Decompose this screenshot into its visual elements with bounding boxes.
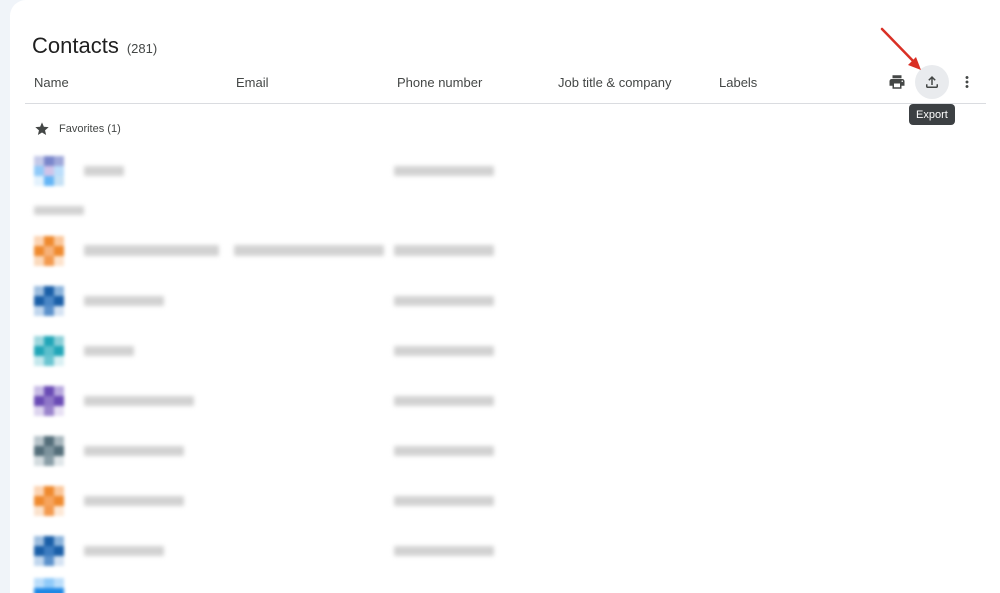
contact-phone-redacted: [394, 245, 494, 256]
contact-phone-redacted: [394, 396, 494, 406]
tooltip-text: Export: [916, 108, 948, 121]
avatar: [34, 486, 64, 516]
contact-name-redacted: [84, 296, 164, 306]
contact-phone-redacted: [394, 166, 494, 176]
red-arrow-annotation: [880, 27, 921, 70]
favorites-label: Favorites (1): [59, 123, 121, 135]
contact-email-redacted: [234, 245, 384, 256]
page-title: Contacts: [32, 33, 119, 58]
more-vert-icon: [965, 76, 969, 88]
avatar: [34, 156, 64, 186]
print-icon: [889, 75, 905, 89]
contact-name-redacted: [84, 546, 164, 556]
column-header-phone[interactable]: Phone number: [397, 75, 482, 90]
contact-phone-redacted: [394, 546, 494, 556]
contact-name-redacted: [84, 496, 184, 506]
contact-name-redacted: [84, 245, 219, 256]
avatar: [34, 436, 64, 466]
contact-phone-redacted: [394, 446, 494, 456]
contact-name-redacted: [84, 346, 134, 356]
avatar: [34, 236, 64, 266]
contact-name-redacted: [84, 446, 184, 456]
upload-icon: [926, 76, 938, 88]
contact-name-redacted: [84, 396, 194, 406]
contact-phone-redacted: [394, 296, 494, 306]
contact-name-redacted: [84, 166, 124, 176]
header-divider: [25, 103, 986, 104]
page-title-row: Contacts (281): [32, 33, 157, 59]
column-header-job[interactable]: Job title & company: [558, 75, 671, 90]
contact-phone-redacted: [394, 496, 494, 506]
avatar: [34, 386, 64, 416]
column-header-name[interactable]: Name: [34, 75, 69, 90]
contacts-panel: Contacts (281) Name Email Phone number J…: [10, 0, 1000, 593]
avatar: [34, 578, 64, 593]
avatar: [34, 336, 64, 366]
column-header-email[interactable]: Email: [236, 75, 269, 90]
contact-count: (281): [126, 41, 158, 56]
avatar: [34, 536, 64, 566]
export-tooltip: Export: [909, 104, 955, 125]
section-label-redacted: [34, 206, 84, 215]
star-icon: [35, 122, 49, 135]
column-header-labels[interactable]: Labels: [719, 75, 757, 90]
avatar: [34, 286, 64, 316]
favorites-section-header: Favorites (1): [34, 121, 121, 137]
more-options-button[interactable]: [950, 65, 984, 99]
contact-phone-redacted: [394, 346, 494, 356]
